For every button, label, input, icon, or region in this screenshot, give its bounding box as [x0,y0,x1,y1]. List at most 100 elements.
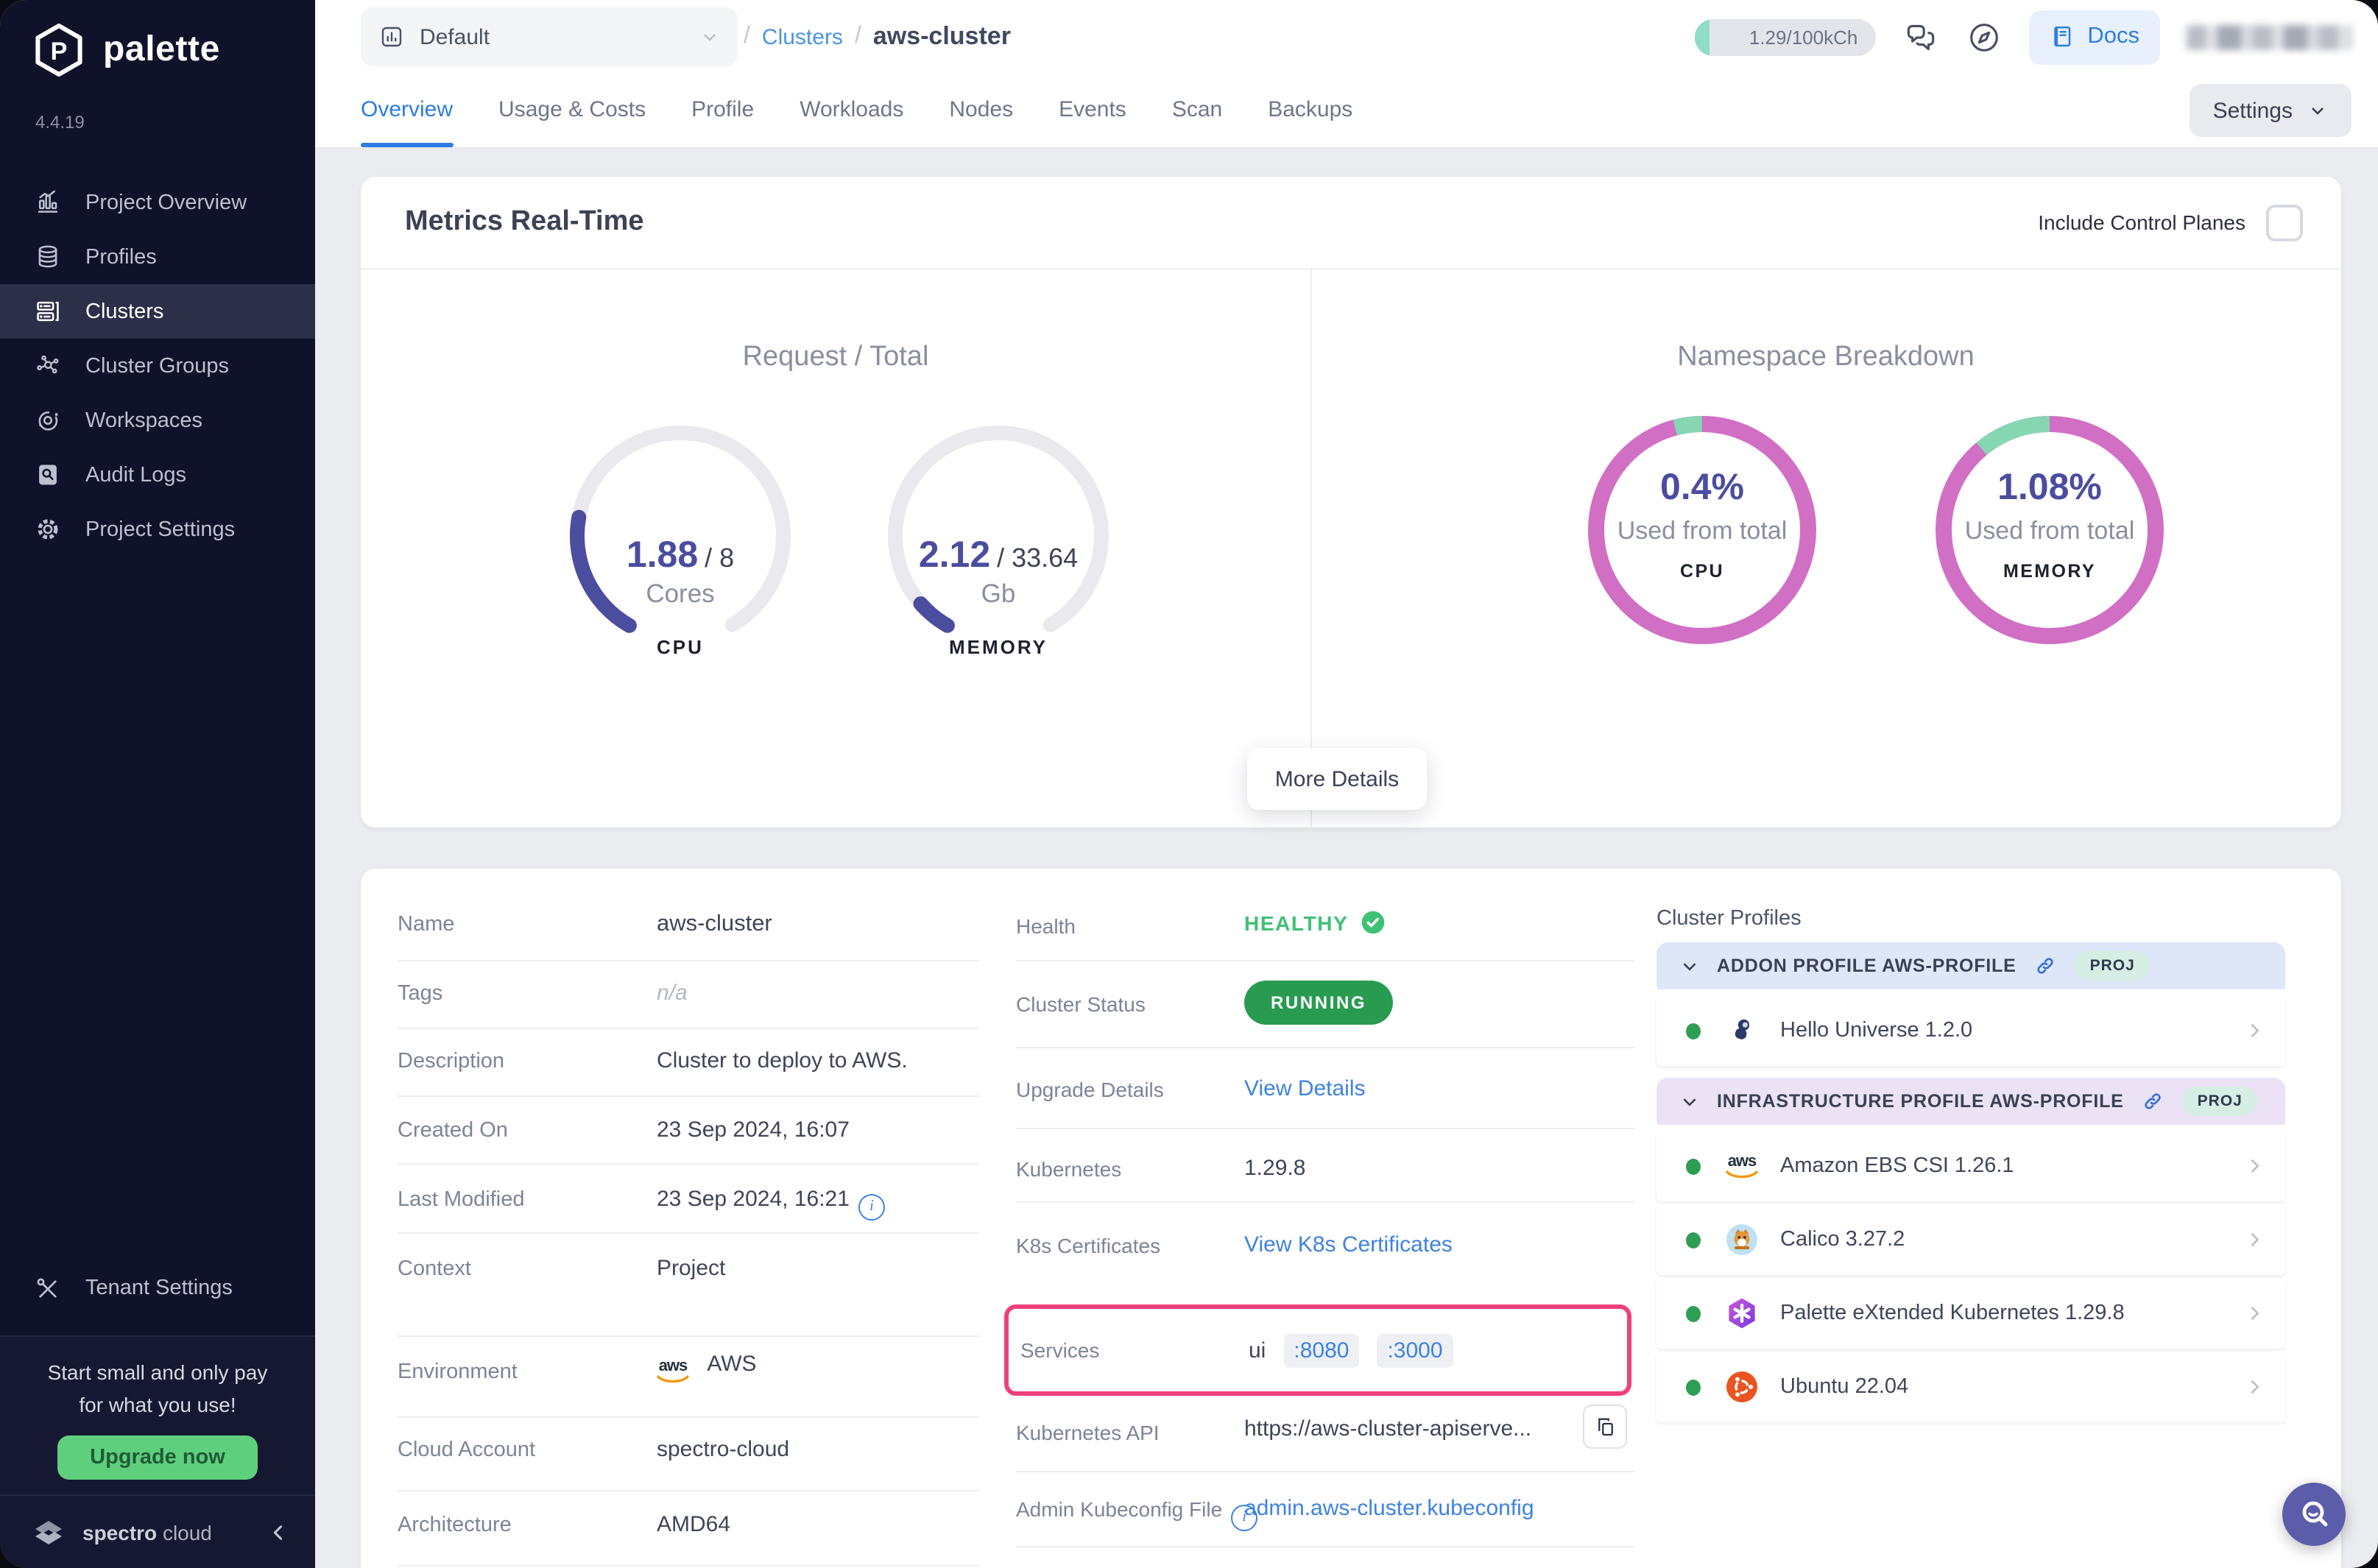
detail-label: Kubernetes [1016,1157,1121,1181]
sidebar-item-clusters[interactable]: Clusters [0,284,315,339]
tab-profile[interactable]: Profile [691,74,754,147]
calico-icon [1724,1222,1760,1257]
cluster-details-card: Name aws-cluster Tags n/a Description Cl… [361,869,2341,1568]
kubeconfig-download-link[interactable]: admin.aws-cluster.kubeconfig [1244,1496,1534,1521]
tab-scan[interactable]: Scan [1172,74,1222,147]
metrics-title: Metrics Real-Time [405,206,644,239]
tools-icon [34,1274,62,1302]
docs-label: Docs [2087,24,2139,50]
sidebar-item-workspaces[interactable]: Workspaces [0,393,315,448]
copy-icon[interactable] [1583,1405,1627,1449]
tab-overview[interactable]: Overview [361,74,453,147]
tab-events[interactable]: Events [1059,74,1126,147]
sidebar-item-label: Clusters [85,300,163,323]
settings-label: Settings [2213,98,2293,123]
breadcrumb-clusters-link[interactable]: Clusters [762,24,843,49]
service-port-link-3000[interactable]: :3000 [1377,1333,1453,1367]
divider [1016,960,1634,961]
book-icon [2049,24,2075,50]
last-modified-value: 23 Sep 2024, 16:21i [657,1187,885,1220]
quota-value: 1.29/100kCh [1749,18,1857,55]
chat-icon[interactable] [1902,18,1938,55]
profile-layer-name: Calico 3.27.2 [1780,1228,1905,1251]
aws-logo-icon: aws [657,1359,689,1384]
breadcrumb-separator: / [855,24,861,50]
app-version: 4.4.19 [35,112,85,133]
infrastructure-profile-label: INFRASTRUCTURE PROFILE AWS-PROFILE [1717,1091,2124,1112]
sidebar-item-cluster-groups[interactable]: Cluster Groups [0,339,315,393]
divider [398,1232,979,1234]
addon-profile-label: ADDON PROFILE AWS-PROFILE [1717,956,2017,976]
sidebar-item-project-settings[interactable]: Project Settings [0,502,315,557]
health-status: HEALTHY [1244,910,1385,935]
tab-workloads[interactable]: Workloads [800,74,903,147]
upgrade-now-button[interactable]: Upgrade now [57,1436,258,1480]
metrics-realtime-card: Metrics Real-Time Include Control Planes… [361,177,2341,827]
divider [398,1335,979,1337]
namespace-memory-percent: 1.08% [1924,467,2175,509]
settings-button[interactable]: Settings [2190,84,2351,137]
user-name-redacted[interactable] [2187,24,2351,49]
tab-nodes[interactable]: Nodes [949,74,1013,147]
detail-label: Cloud Account [398,1438,535,1462]
more-details-button[interactable]: More Details [1247,748,1427,810]
addon-profile-header[interactable]: ADDON PROFILE AWS-PROFILE PROJ [1657,942,2285,989]
compass-icon[interactable] [1965,18,2002,55]
gear-icon [34,515,62,543]
divider [1016,1471,1634,1472]
divider [1016,1546,1634,1547]
profile-layer-hello-universe[interactable]: Hello Universe 1.2.0 [1657,995,2285,1066]
sidebar-item-label: Project Settings [85,518,235,541]
info-icon[interactable]: i [858,1193,885,1220]
tab-usage-costs[interactable]: Usage & Costs [498,74,646,147]
proj-badge: PROJ [2183,1087,2257,1116]
service-port-link-8080[interactable]: :8080 [1283,1333,1359,1367]
promo-text: Start small and only pay for what you us… [0,1357,315,1422]
project-selector[interactable]: Default [361,7,738,66]
service-name: ui [1249,1338,1266,1363]
divider [398,960,979,961]
orbit-icon [34,406,62,434]
sidebar-item-project-overview[interactable]: Project Overview [0,175,315,230]
detail-label: Upgrade Details [1016,1078,1164,1101]
hello-universe-icon [1724,1013,1760,1048]
infrastructure-profile-header[interactable]: INFRASTRUCTURE PROFILE AWS-PROFILE PROJ [1657,1078,2285,1125]
chevron-right-icon [2244,1303,2265,1324]
profile-layer-ubuntu[interactable]: Ubuntu 22.04 [1657,1352,2285,1422]
search-smile-icon [2295,1495,2333,1533]
chevron-right-icon [2244,1020,2265,1041]
services-row-highlighted: Services ui :8080 :3000 [1004,1304,1631,1396]
divider [398,1095,979,1097]
divider [398,1490,979,1491]
kubernetes-version-value: 1.29.8 [1244,1156,1305,1181]
clusters-icon [34,297,62,325]
collapse-sidebar-icon[interactable] [268,1522,289,1542]
namespace-cpu-donut: 0.4% Used from total CPU [1577,405,1827,655]
view-details-link[interactable]: View Details [1244,1076,1366,1101]
environment-value: aws AWS [657,1352,757,1384]
sidebar-item-profiles[interactable]: Profiles [0,230,315,284]
namespace-memory-caption: Used from total [1924,517,2175,546]
palette-app-window: P palette 4.4.19 Project Overview [0,0,2378,1568]
divider [398,1028,979,1029]
profile-layer-calico[interactable]: Calico 3.27.2 [1657,1204,2285,1275]
tab-backups[interactable]: Backups [1268,74,1352,147]
search-fab-button[interactable] [2282,1483,2346,1546]
memory-gauge-label: MEMORY [888,636,1109,658]
request-total-title: Request / Total [361,342,1310,374]
include-control-planes-checkbox[interactable] [2266,204,2303,241]
cpu-gauge-value: 1.88 / 8 [570,534,791,577]
namespace-cpu-caption: Used from total [1577,517,1827,546]
check-circle-icon [1360,910,1385,935]
profile-layer-palette-extended-kubernetes[interactable]: Palette eXtended Kubernetes 1.29.8 [1657,1278,2285,1349]
detail-label: Name [398,913,454,936]
docs-button[interactable]: Docs [2028,10,2160,64]
chevron-down-icon [1680,956,1699,975]
sidebar-item-audit-logs[interactable]: Audit Logs [0,448,315,502]
kubernetes-api-value: https://aws-cluster-apiserve... [1244,1416,1531,1441]
profile-layer-amazon-ebs-csi[interactable]: aws Amazon EBS CSI 1.26.1 [1657,1131,2285,1201]
view-k8s-certificates-link[interactable]: View K8s Certificates [1244,1232,1453,1257]
detail-label: Last Modified [398,1188,525,1212]
profile-layer-name: Palette eXtended Kubernetes 1.29.8 [1780,1302,2125,1325]
sidebar-item-tenant-settings[interactable]: Tenant Settings [0,1260,315,1316]
